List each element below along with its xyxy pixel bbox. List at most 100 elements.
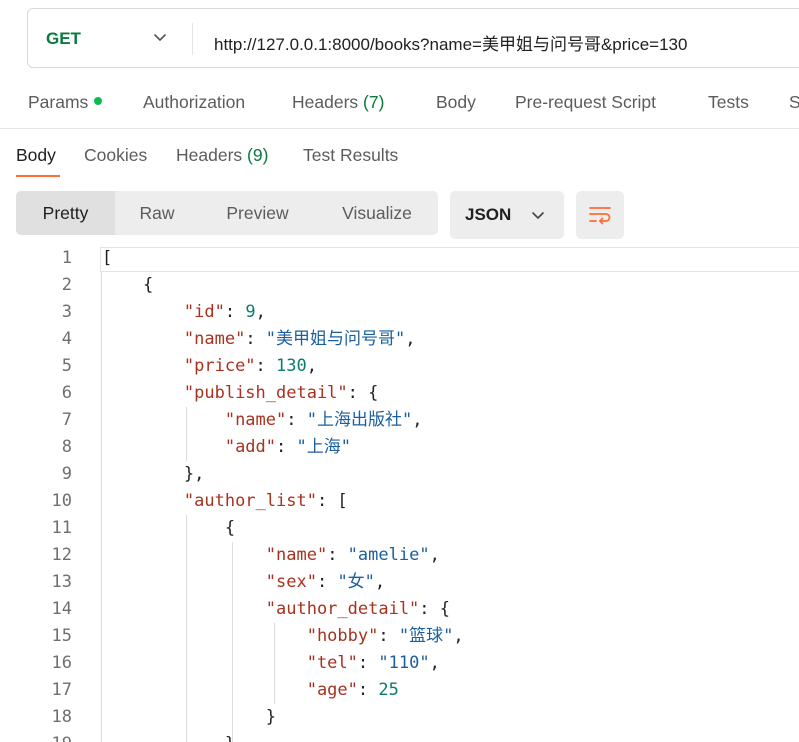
line-number: 18 — [51, 707, 72, 727]
code-token: : — [276, 437, 297, 457]
code-token: : — [378, 626, 399, 646]
code-token: { — [102, 275, 154, 295]
chevron-down-icon[interactable] — [152, 29, 168, 45]
line-number: 14 — [51, 599, 72, 619]
code-line: 10 "author_list": [ — [0, 488, 799, 515]
code-line: 1[ — [0, 245, 799, 272]
code-token: "上海出版社" — [306, 410, 413, 430]
response-tab-cookies[interactable]: Cookies — [84, 145, 147, 166]
method-select[interactable]: GET — [46, 29, 81, 49]
code-line: 15 "hobby": "篮球", — [0, 623, 799, 650]
tab-body[interactable]: Body — [436, 92, 476, 113]
code-token: : — [327, 545, 348, 565]
line-number: 13 — [51, 572, 72, 592]
tab-authorization[interactable]: Authorization — [143, 92, 245, 113]
line-content: "sex": "女", — [102, 569, 385, 596]
code-line: 11 { — [0, 515, 799, 542]
line-content: "hobby": "篮球", — [102, 623, 464, 650]
tab-label: Body — [436, 92, 476, 112]
response-body-editor[interactable]: 1[2 {3 "id": 9, 4 "name": "美甲姐与问号哥", 5 "pr… — [0, 245, 799, 742]
tab-pre-request-script[interactable]: Pre-request Script — [515, 92, 656, 113]
code-token: "sex" — [265, 572, 317, 592]
code-token: 25 — [378, 680, 399, 700]
view-mode-segmented-control: Pretty Raw Preview Visualize — [16, 191, 438, 235]
code-token: "price" — [183, 356, 256, 376]
code-line: 18 } — [0, 704, 799, 731]
line-content: "price": 130, — [102, 353, 317, 380]
tab-label: Pre-request Script — [515, 92, 657, 112]
view-preview-button[interactable]: Preview — [199, 191, 316, 235]
code-token: "name" — [265, 545, 328, 565]
view-raw-button[interactable]: Raw — [115, 191, 199, 235]
code-token: "age" — [306, 680, 358, 700]
response-tab-headers[interactable]: Headers (9) — [176, 145, 268, 166]
format-label: JSON — [465, 205, 512, 224]
code-token: : { — [419, 599, 451, 619]
line-number: 9 — [61, 464, 72, 484]
code-token: : — [316, 572, 338, 592]
line-number: 19 — [0, 731, 72, 742]
tab-settings[interactable]: S — [789, 92, 799, 113]
code-token: "name" — [183, 329, 246, 349]
line-content: { — [102, 272, 153, 299]
code-token: "add" — [224, 437, 277, 457]
tab-label: Tests — [708, 92, 749, 112]
code-token: "id" — [183, 302, 225, 322]
url-divider — [192, 23, 193, 55]
code-line: 7 "name": "上海出版社", — [0, 407, 799, 434]
params-active-dot-icon — [94, 97, 103, 106]
line-number: 8 — [61, 437, 72, 457]
code-line: 17 "age": 25 — [0, 677, 799, 704]
line-content: } — [102, 704, 276, 731]
code-token: : { — [347, 383, 379, 403]
code-line: 4 "name": "美甲姐与问号哥", — [0, 326, 799, 353]
tab-label: Headers — [292, 92, 359, 112]
view-visualize-button[interactable]: Visualize — [316, 191, 438, 235]
line-number: 16 — [51, 653, 72, 673]
code-line: 16 "tel": "110", — [0, 650, 799, 677]
format-select[interactable]: JSON — [450, 191, 564, 239]
code-token: "author_list" — [183, 491, 317, 511]
code-token: [ — [102, 248, 113, 268]
code-token: : — [357, 653, 379, 673]
line-number: 17 — [51, 680, 72, 700]
tab-tests[interactable]: Tests — [708, 92, 749, 113]
line-content: } — [102, 731, 235, 742]
line-number: 2 — [61, 275, 72, 295]
url-input[interactable]: http://127.0.0.1:8000/books?name=美甲姐与问号哥… — [214, 30, 687, 55]
code-token: } — [102, 734, 235, 742]
response-tab-test-results[interactable]: Test Results — [303, 145, 398, 166]
view-pretty-button[interactable]: Pretty — [16, 191, 115, 235]
line-content: "add": "上海" — [102, 434, 351, 461]
code-token: } — [102, 707, 276, 727]
url-bar: GET http://127.0.0.1:8000/books?name=美甲姐… — [27, 8, 799, 68]
code-token: , — [412, 410, 423, 430]
tab-params[interactable]: Params — [28, 92, 103, 113]
response-tab-body[interactable]: Body — [16, 145, 56, 166]
code-token: : — [286, 410, 307, 430]
tab-headers[interactable]: Headers (7) — [292, 92, 384, 113]
code-line: 14 "author_detail": { — [0, 596, 799, 623]
wrap-lines-button[interactable] — [576, 191, 624, 239]
code-token: , — [374, 572, 386, 592]
line-content: "tel": "110", — [102, 650, 440, 677]
headers-count: (7) — [363, 92, 385, 112]
request-tabs: Params Authorization Headers (7) Body Pr… — [0, 92, 799, 118]
code-token: 9 — [245, 302, 256, 322]
code-line: 8 "add": "上海" — [0, 434, 799, 461]
chevron-down-icon — [532, 212, 544, 219]
line-number: 4 — [61, 329, 72, 349]
line-content: "publish_detail": { — [102, 380, 378, 407]
code-token: , — [306, 356, 317, 376]
line-number: 1 — [61, 248, 72, 268]
code-token: "上海" — [296, 437, 351, 457]
line-number: 3 — [61, 302, 72, 322]
line-number: 10 — [51, 491, 72, 511]
